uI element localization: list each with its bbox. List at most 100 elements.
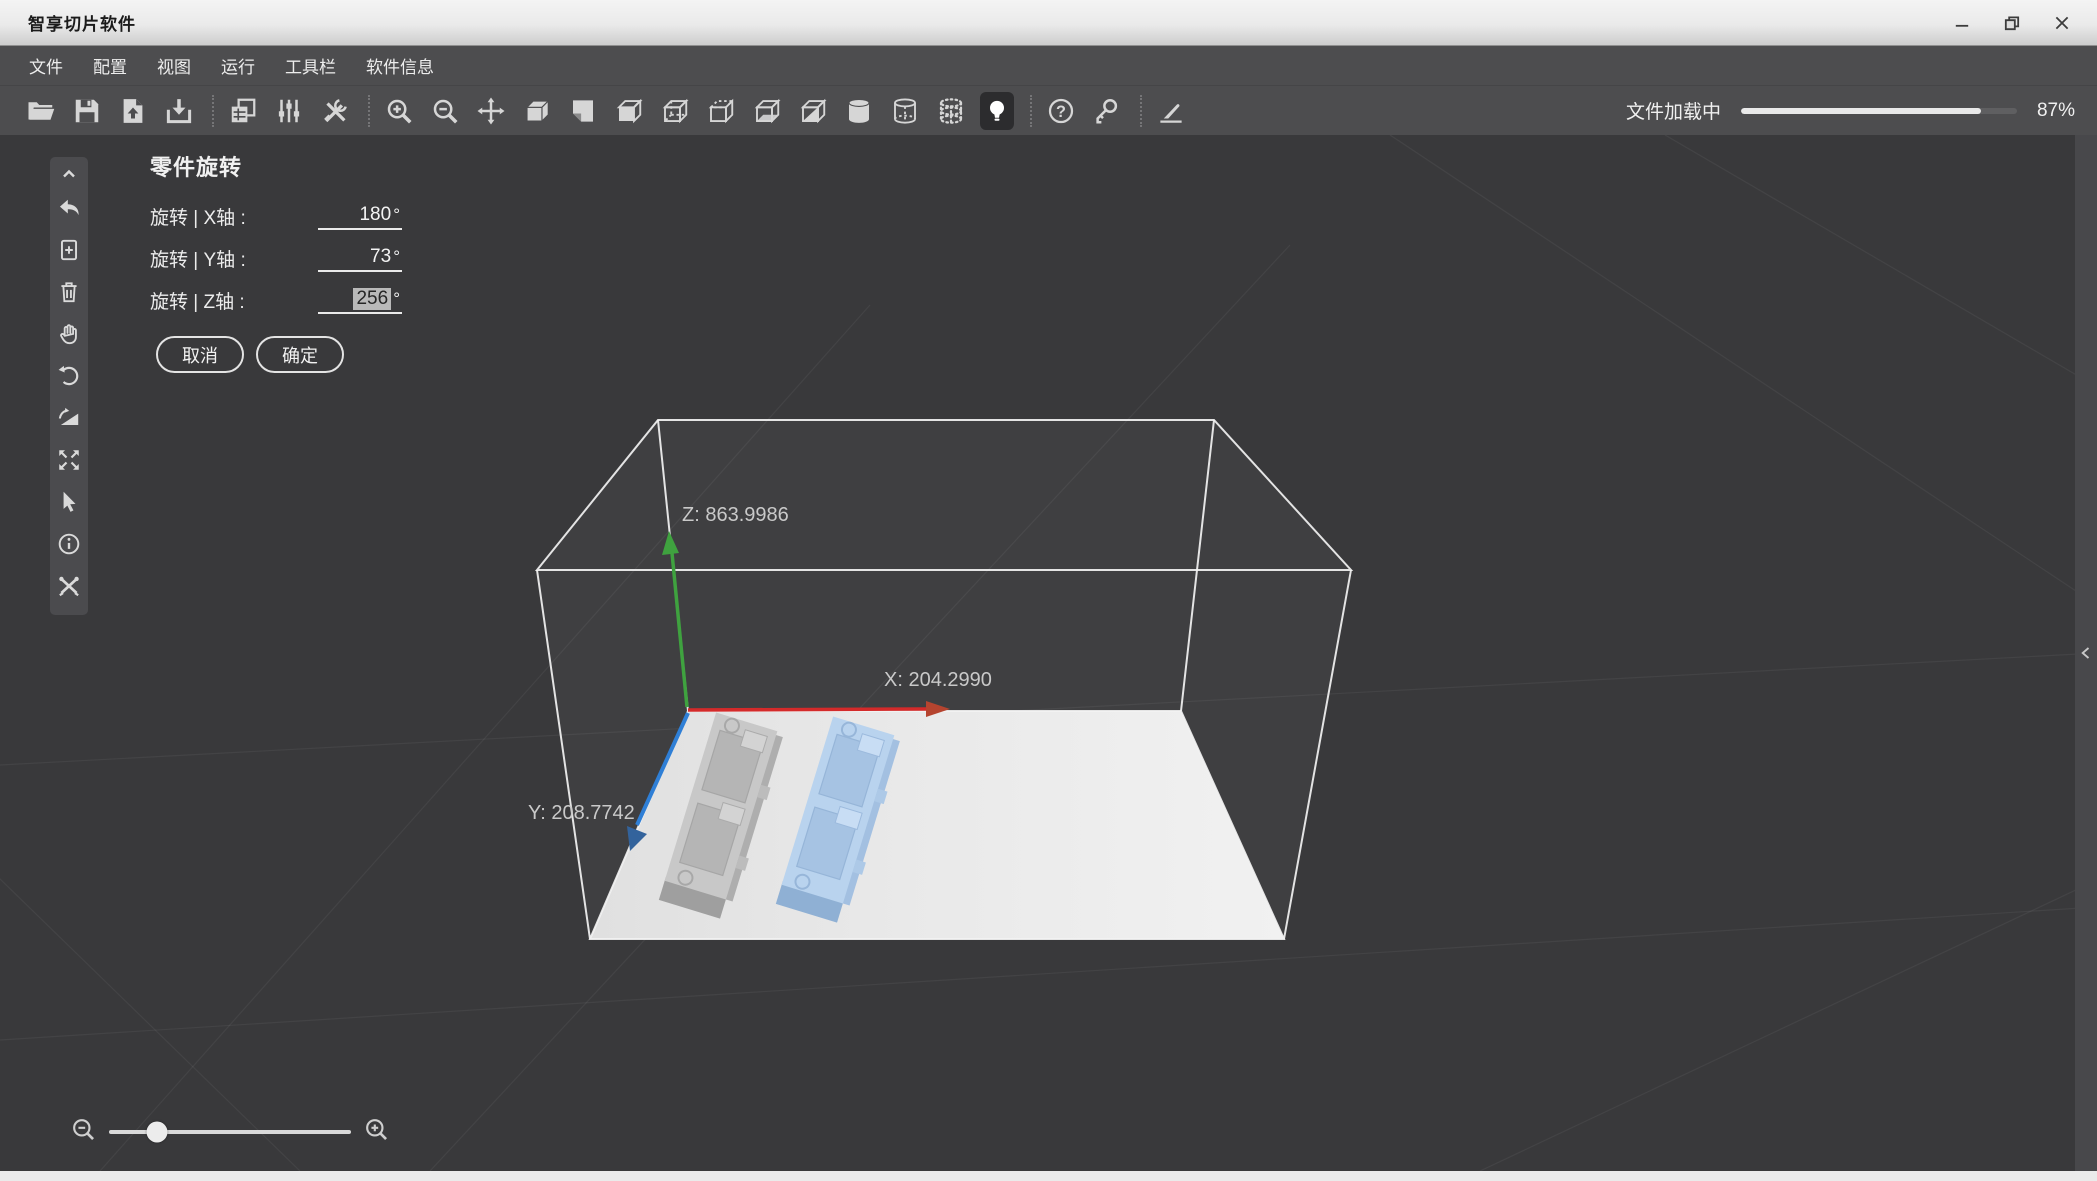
minimize-icon	[1955, 24, 1969, 27]
view-bottom-button[interactable]	[750, 92, 784, 130]
open-file-button[interactable]	[24, 92, 58, 130]
zoom-in-button[interactable]	[382, 92, 416, 130]
view-dashed-top-button[interactable]	[704, 92, 738, 130]
open-file-icon	[28, 101, 55, 120]
toolbar-separator	[1140, 94, 1142, 127]
tools-button[interactable]	[318, 92, 352, 130]
move-button[interactable]	[474, 92, 508, 130]
zoom-knob[interactable]	[146, 1121, 168, 1143]
pan-hand-button[interactable]	[50, 313, 88, 355]
viewport-zoom-control	[70, 1112, 390, 1152]
cut-tool-button[interactable]	[1154, 92, 1188, 130]
window-title: 智享切片软件	[28, 15, 136, 34]
view-solid-button[interactable]	[520, 92, 554, 130]
license-key-button[interactable]	[1090, 92, 1124, 130]
duplicate-icon	[231, 98, 256, 122]
part-rotation-panel: 零件旋转 旋转 | X轴 : 180 ° 旋转 | Y轴 : 73 ° 旋转 | Z…	[150, 150, 402, 373]
cylinder-wireframe-icon	[894, 97, 916, 124]
rotate-z-row: 旋转 | Z轴 : 256 °	[150, 286, 402, 314]
menu-about[interactable]: 软件信息	[351, 46, 449, 85]
view-solid-icon	[525, 99, 550, 122]
toolbar-separator	[212, 94, 214, 127]
adjust-parameters-button[interactable]	[272, 92, 306, 130]
save-button[interactable]	[70, 92, 104, 130]
repair-tools-button[interactable]	[50, 565, 88, 607]
part-info-button[interactable]	[50, 523, 88, 565]
help-button[interactable]: ?	[1044, 92, 1078, 130]
panel-title: 零件旋转	[150, 155, 243, 180]
status-bar	[0, 1171, 2097, 1181]
rotate-x-input[interactable]: 180 °	[318, 204, 402, 230]
degree-symbol: °	[393, 205, 400, 224]
menu-view[interactable]: 视图	[142, 46, 206, 85]
right-panel-handle[interactable]	[2075, 135, 2097, 1171]
cut-tool-icon	[1160, 103, 1182, 123]
export-model-button[interactable]	[162, 92, 196, 130]
main-toolbar: ? 文件加载中 87%	[0, 86, 2097, 135]
zoom-slider[interactable]	[109, 1121, 351, 1143]
rotate-button[interactable]	[50, 355, 88, 397]
confirm-button[interactable]: 确定	[256, 336, 344, 373]
import-model-button[interactable]	[116, 92, 150, 130]
zoom-in-icon	[387, 99, 412, 123]
info-icon	[58, 533, 80, 555]
rotate-x-label: 旋转 | X轴 :	[150, 208, 246, 229]
add-part-button[interactable]	[50, 229, 88, 271]
rotate-z-input[interactable]: 256 °	[318, 288, 402, 314]
close-icon	[2055, 16, 2069, 29]
rotate-y-input[interactable]: 73 °	[318, 246, 402, 272]
add-part-icon	[60, 239, 78, 261]
toolbar-separator	[368, 94, 370, 127]
application-window: 智享切片软件 文件 配置 视图 运行 工具栏 软件信息 ? 文件加载中 87% …	[0, 0, 2097, 1181]
duplicate-button[interactable]	[226, 92, 260, 130]
view-sheet-button[interactable]	[566, 92, 600, 130]
progress-percent: 87%	[2036, 99, 2075, 121]
side-tool-strip	[50, 157, 88, 615]
menu-config[interactable]: 配置	[78, 46, 142, 85]
chevron-up-icon	[63, 169, 75, 178]
menu-bar: 文件 配置 视图 运行 工具栏 软件信息	[0, 46, 2097, 86]
zoom-out-icon	[433, 99, 458, 123]
fit-view-button[interactable]	[50, 439, 88, 481]
zoom-out-icon	[73, 1119, 95, 1141]
collapse-up-button[interactable]	[50, 161, 88, 187]
axis-label-y: Y: 208.7742	[528, 802, 635, 824]
rotate-x-row: 旋转 | X轴 : 180 °	[150, 202, 402, 230]
select-cursor-button[interactable]	[50, 481, 88, 523]
delete-part-button[interactable]	[50, 271, 88, 313]
cylinder-points-button[interactable]	[934, 92, 968, 130]
zoom-in-small-button[interactable]	[363, 1116, 390, 1148]
view-shaded-button[interactable]	[612, 92, 646, 130]
light-toggle-button[interactable]	[980, 91, 1014, 130]
window-controls	[1945, 0, 2079, 45]
progress-bar	[1740, 107, 2017, 114]
tools-icon	[324, 98, 347, 122]
panel-buttons: 取消 确定	[156, 336, 402, 373]
view-hidden-edges-button[interactable]	[658, 92, 692, 130]
view-section-button[interactable]	[796, 92, 830, 130]
toolbar-separator	[1030, 94, 1032, 127]
lay-flat-button[interactable]	[50, 397, 88, 439]
light-on-icon	[990, 100, 1004, 121]
cylinder-solid-button[interactable]	[842, 92, 876, 130]
repair-tools-icon	[59, 576, 79, 597]
menu-file[interactable]: 文件	[14, 46, 78, 85]
lay-flat-icon	[58, 407, 79, 426]
svg-text:?: ?	[1056, 102, 1066, 120]
restore-button[interactable]	[1995, 8, 2029, 38]
zoom-out-small-button[interactable]	[70, 1116, 97, 1148]
close-button[interactable]	[2045, 8, 2079, 38]
file-loading-progress: 文件加载中 87%	[1626, 86, 2075, 135]
progress-label: 文件加载中	[1625, 102, 1721, 123]
save-icon	[75, 99, 99, 122]
minimize-button[interactable]	[1945, 8, 1979, 38]
zoom-out-button[interactable]	[428, 92, 462, 130]
cylinder-wireframe-button[interactable]	[888, 92, 922, 130]
menu-toolbar[interactable]: 工具栏	[270, 46, 351, 85]
cursor-icon	[63, 491, 76, 512]
undo-button[interactable]	[50, 187, 88, 229]
menu-run[interactable]: 运行	[206, 46, 270, 85]
cancel-button[interactable]: 取消	[156, 336, 244, 373]
rotate-y-row: 旋转 | Y轴 : 73 °	[150, 244, 402, 272]
zoom-in-icon	[366, 1119, 388, 1141]
